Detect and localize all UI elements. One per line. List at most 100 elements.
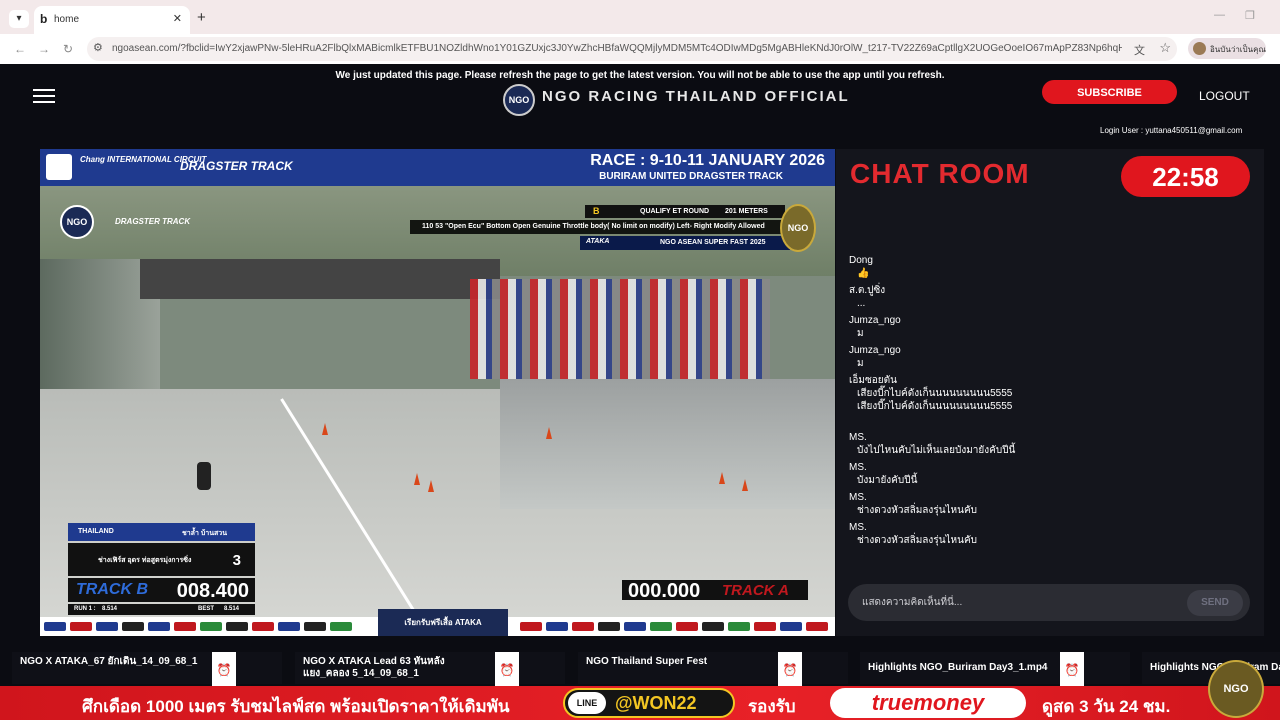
video-playlist: NGO X ATAKA_67 ยักเดิน_14_09_68_1 ⏰ NGO … (0, 648, 1280, 688)
alarm-clock-icon[interactable]: ⏰ (778, 652, 802, 688)
login-user-label: Login User : yuttana450511@gmail.com (1100, 126, 1243, 135)
sponsor-logo (650, 622, 672, 631)
sponsor-logo (200, 622, 222, 631)
playlist-item-title: NGO Thailand Super Fest (586, 656, 708, 667)
site-title: NGO RACING THAILAND OFFICIAL (542, 88, 850, 105)
video-flags (470, 279, 770, 379)
playlist-item-title: NGO X ATAKA_67 ยักเดิน_14_09_68_1 (20, 656, 198, 667)
track-a-time: 000.000 (628, 580, 701, 602)
chat-username: MS. (849, 432, 867, 443)
cone (719, 472, 725, 484)
chat-text: 👍 (857, 268, 870, 279)
alarm-clock-icon[interactable]: ⏰ (495, 652, 519, 688)
alarm-clock-icon[interactable]: ⏰ (212, 652, 236, 688)
avatar (1193, 42, 1206, 55)
ngo-badge-logo: NGO (780, 204, 816, 252)
chat-text: บังไปไหนคับไม่เห็นเลยบังมายังคับปีนี้ (857, 445, 1016, 456)
send-button[interactable]: SEND (1187, 590, 1243, 616)
profile-text: อินบันว่าเป็นคุณ (1210, 45, 1266, 54)
cone (546, 427, 552, 439)
forward-icon[interactable]: → (38, 42, 50, 56)
live-video-player[interactable]: Chang INTERNATIONAL CIRCUIT DRAGSTER TRA… (40, 149, 835, 636)
chat-text: ม (857, 358, 864, 369)
playlist-item[interactable]: Highlights NGO_Buriram Day3_1.mp4 ⏰ (860, 652, 1130, 688)
chat-messages: Dong 👍 ส.ต.ปูซิ่ง ... Jumza_ngo ม Jumza_… (849, 255, 1249, 552)
sponsor-logo (122, 622, 144, 631)
bookmark-star-icon[interactable]: ☆ (1159, 40, 1171, 56)
profile-chip[interactable]: อินบันว่าเป็นคุณ (1188, 38, 1266, 59)
sponsor-logo (44, 622, 66, 631)
dragster-track-logo: DRAGSTER TRACK (180, 159, 293, 173)
chat-room: CHAT ROOM 22:58 Dong 👍 ส.ต.ปูซิ่ง ... Ju… (836, 149, 1264, 636)
video-banner-arch (140, 259, 500, 299)
chat-message: ส.ต.ปูซิ่ง ... (849, 285, 1249, 310)
scoreboard-rider-row: THAILAND ชาล้ำ บ้านสวน (68, 523, 255, 541)
url-field[interactable]: ⚙ ngoasean.com/?fbclid=IwY2xjawPNw-5leHR… (87, 37, 1177, 61)
class-letter: B (593, 206, 600, 216)
ad-headline: ศึกเดือด 1000 เมตร รับชมไลฟ์สด พร้อมเปิด… (82, 697, 510, 716)
chat-username: Dong (849, 255, 873, 266)
alarm-clock-icon[interactable]: ⏰ (1060, 652, 1084, 688)
playlist-item[interactable]: NGO X ATAKA Lead 63 หันหลัง แยง_คลอง 5_1… (295, 652, 565, 688)
sponsor-logo (806, 622, 828, 631)
chat-text: ม (857, 328, 864, 339)
sponsor-logo (572, 622, 594, 631)
scoreboard-time-row: TRACK B 008.400 (68, 578, 255, 602)
hamburger-menu-icon[interactable] (33, 89, 55, 103)
restore-icon[interactable]: ❐ (1245, 9, 1255, 22)
translate-icon[interactable]: 文 (1134, 42, 1145, 58)
site-info-icon[interactable]: ⚙ (93, 41, 103, 54)
scoreboard-run-row: RUN 1 : 8.514 BEST 8.514 (68, 604, 255, 615)
track-b-time: 008.400 (176, 580, 249, 602)
chat-username: Jumza_ngo (849, 315, 901, 326)
sponsor-logo (754, 622, 776, 631)
best-label: BEST (198, 606, 215, 612)
ad-banner[interactable]: ศึกเดือด 1000 เมตร รับชมไลฟ์สด พร้อมเปิด… (0, 660, 1280, 720)
chat-username: ส.ต.ปูซิ่ง (849, 285, 886, 296)
sponsor-logo (96, 622, 118, 631)
rider-team: ช่างเฟิร์ส อุดร ท่อสูตรมุ่งการซิ่ง (98, 557, 192, 564)
browser-tab-bar: ▾ b home ✕ + — ❐ (0, 0, 1280, 34)
new-tab-icon[interactable]: + (197, 9, 206, 26)
logout-button[interactable]: LOGOUT (1199, 89, 1250, 103)
chat-username: MS. (849, 522, 867, 533)
subscribe-button[interactable]: SUBSCRIBE (1042, 80, 1177, 104)
race-title: RACE : 9-10-11 JANUARY 2026 (590, 152, 825, 169)
back-icon[interactable]: ← (14, 42, 26, 56)
sponsor-logo (676, 622, 698, 631)
series-bar: ATAKA NGO ASEAN SUPER FAST 2025 (580, 236, 790, 250)
buriram-logo-icon (46, 154, 72, 180)
playlist-item[interactable]: NGO Thailand Super Fest ⏰ (578, 652, 848, 688)
sponsor-logo (278, 622, 300, 631)
rider-name: ชาล้ำ บ้านสวน (182, 530, 227, 537)
site-logo[interactable]: NGO (503, 84, 535, 116)
video-overlay-logos: NGO DRAGSTER TRACK (60, 199, 260, 239)
sponsor-logo (780, 622, 802, 631)
playlist-item[interactable]: NGO X ATAKA_67 ยักเดิน_14_09_68_1 ⏰ (12, 652, 282, 688)
close-tab-icon[interactable]: ✕ (173, 12, 182, 25)
reload-icon[interactable]: ↻ (63, 42, 73, 56)
motorcycle-rider (197, 462, 211, 490)
minimize-icon[interactable]: — (1214, 9, 1225, 21)
chat-message: เอ็มซอยตัน เสียงบี๊กไบค์ดังเก็นนนนนนนนน5… (849, 375, 1249, 400)
sponsor-logo (728, 622, 750, 631)
class-info-overlay: B QUALIFY ET ROUND 201 METERS 110 53 "Op… (410, 205, 810, 253)
playlist-item-title: NGO X ATAKA Lead 63 หันหลัง แยง_คลอง 5_1… (303, 656, 445, 679)
track-a-label: TRACK A (722, 582, 789, 599)
promo-badge: เรียกรับฟรีเสื้อ ATAKA (378, 609, 508, 636)
sponsor-logo (226, 622, 248, 631)
chat-message: MS. ช่างดวงหัวสลิ่มลงรุ่นไหนคับ (849, 522, 1249, 547)
cone (742, 479, 748, 491)
cone (428, 480, 434, 492)
tab-search-dropdown-icon[interactable]: ▾ (9, 10, 29, 28)
chat-text: บังมายังคับปีนี้ (857, 475, 918, 486)
chat-text: เสียงบี๊กไบค์ดังเก็นนนนนนนนน5555 (857, 401, 1013, 412)
chat-text: เสียงบี๊กไบค์ดังเก็นนนนนนนนน5555 (857, 388, 1013, 399)
track-b-label: TRACK B (76, 581, 148, 598)
scoreboard-track-a: 000.000 TRACK A (622, 580, 808, 602)
chat-message: MS. บังมายังคับปีนี้ (849, 462, 1249, 487)
chat-message: MS. ช่างดวงหัวสลิ่มลงรุ่นไหนคับ (849, 492, 1249, 517)
browser-tab[interactable]: b home ✕ (34, 6, 190, 34)
lane-number: 3 (232, 552, 241, 569)
sponsor-logo (148, 622, 170, 631)
